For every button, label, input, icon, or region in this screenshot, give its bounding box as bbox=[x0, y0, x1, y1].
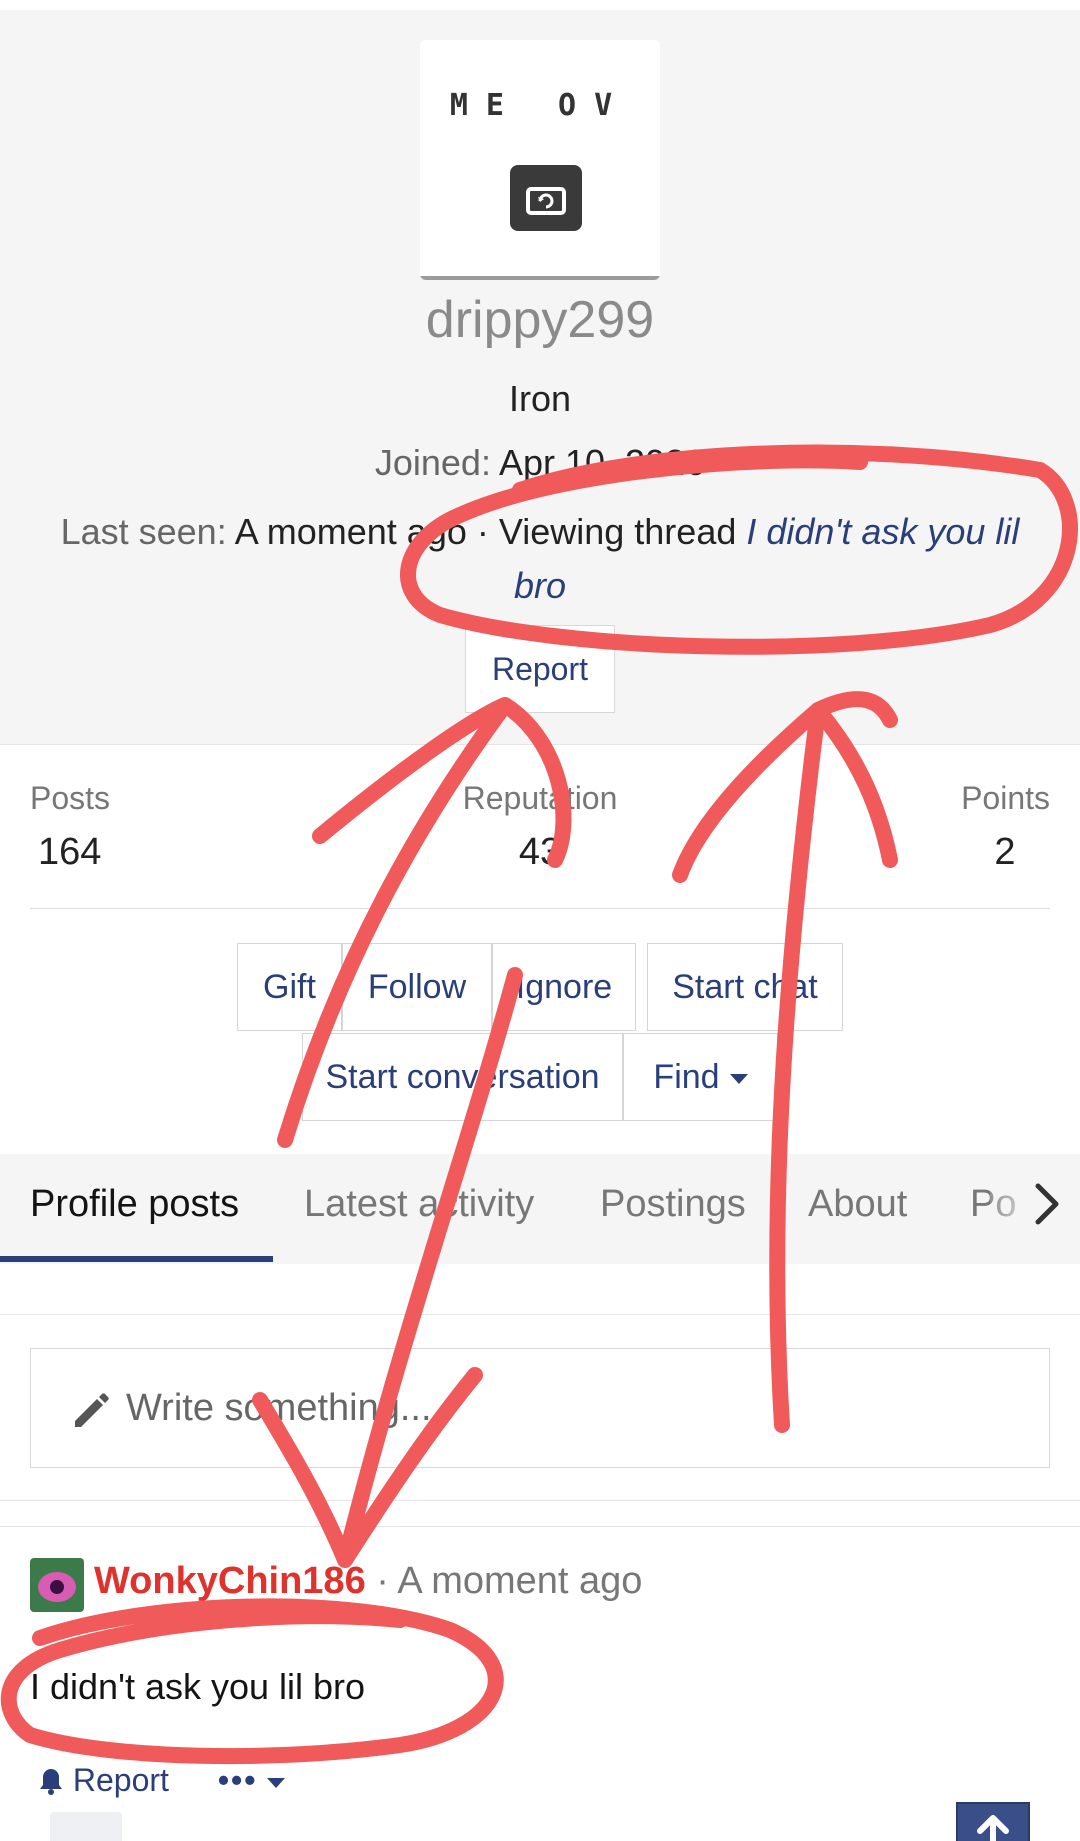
start-chat-button[interactable]: Start chat bbox=[647, 943, 843, 1031]
profile-rank: Iron bbox=[508, 378, 572, 419]
replay-icon[interactable] bbox=[510, 165, 582, 231]
stat-points-label: Points bbox=[961, 780, 1050, 816]
profile-avatar[interactable]: ME OV bbox=[420, 40, 660, 280]
profile-report-button[interactable]: Report bbox=[465, 625, 615, 713]
stat-points-value: 2 bbox=[994, 831, 1016, 873]
tab-postings[interactable]: Postings bbox=[600, 1154, 746, 1264]
profile-tabs: Profile posts Latest activity Postings A… bbox=[0, 1154, 1080, 1264]
last-seen-value: A moment ago bbox=[234, 511, 467, 552]
avatar-progress-line bbox=[420, 276, 660, 280]
stat-posts[interactable]: Posts 164 bbox=[30, 780, 110, 874]
post-body: I didn't ask you lil bro bbox=[30, 1666, 366, 1707]
joined-label: Joined: bbox=[374, 442, 491, 483]
post-author-link[interactable]: WonkyChin186 bbox=[94, 1560, 366, 1602]
stat-reputation-value: 43 bbox=[518, 831, 562, 873]
joined-value: Apr 10, 2026 bbox=[498, 442, 706, 483]
stat-posts-label: Posts bbox=[30, 780, 111, 816]
scroll-to-top-button[interactable] bbox=[956, 1802, 1030, 1841]
tab-about[interactable]: About bbox=[808, 1154, 907, 1264]
more-dots: ••• bbox=[217, 1762, 258, 1798]
tab-latest-activity[interactable]: Latest activity bbox=[304, 1154, 534, 1264]
post-actions: Report ••• bbox=[38, 1762, 286, 1799]
post-more-menu[interactable]: ••• bbox=[218, 1762, 286, 1798]
stat-reputation-label: Reputation bbox=[462, 780, 618, 816]
gift-button[interactable]: Gift bbox=[237, 943, 342, 1031]
avatar-pupil bbox=[50, 1580, 64, 1594]
post-report-link[interactable]: Report bbox=[73, 1762, 169, 1798]
find-dropdown-button[interactable]: Find bbox=[623, 1033, 778, 1121]
avatar-gif-text: ME OV bbox=[449, 88, 631, 123]
arrow-up-icon bbox=[977, 1815, 1009, 1841]
follow-button[interactable]: Follow bbox=[342, 943, 492, 1031]
activity-prefix: · Viewing thread bbox=[476, 511, 737, 552]
post-meta: WonkyChin186 · A moment ago bbox=[94, 1560, 642, 1603]
chevron-right-icon[interactable] bbox=[1030, 1180, 1066, 1228]
bell-icon[interactable] bbox=[38, 1762, 73, 1798]
stat-posts-value: 164 bbox=[38, 831, 102, 873]
active-tab-indicator bbox=[0, 1256, 273, 1262]
stat-points[interactable]: Points 2 bbox=[930, 780, 1050, 874]
ignore-button[interactable]: Ignore bbox=[492, 943, 636, 1031]
start-conversation-button[interactable]: Start conversation bbox=[302, 1033, 623, 1121]
divider bbox=[0, 1314, 1080, 1315]
post-author-avatar[interactable] bbox=[30, 1558, 84, 1612]
divider bbox=[0, 1526, 1080, 1527]
joined-line: Joined: Apr 10, 2026 bbox=[0, 442, 1080, 484]
post-time[interactable]: · A moment ago bbox=[376, 1560, 642, 1602]
find-label: Find bbox=[653, 1058, 720, 1096]
chevron-down-icon bbox=[729, 1074, 748, 1085]
write-something-input[interactable] bbox=[126, 1373, 1006, 1443]
previous-button[interactable] bbox=[50, 1812, 122, 1841]
profile-post-composer[interactable] bbox=[30, 1348, 1050, 1468]
stats-divider bbox=[30, 908, 1050, 909]
last-seen-line: Last seen: A moment ago · Viewing thread… bbox=[30, 505, 1050, 613]
last-seen-label: Last seen: bbox=[60, 511, 227, 552]
divider bbox=[0, 1500, 1080, 1501]
chevron-down-icon bbox=[267, 1777, 286, 1788]
pencil-icon bbox=[75, 1393, 109, 1427]
stat-reputation[interactable]: Reputation 43 bbox=[440, 780, 640, 874]
profile-username: drippy299 bbox=[425, 291, 655, 349]
tab-profile-posts[interactable]: Profile posts bbox=[30, 1154, 239, 1264]
